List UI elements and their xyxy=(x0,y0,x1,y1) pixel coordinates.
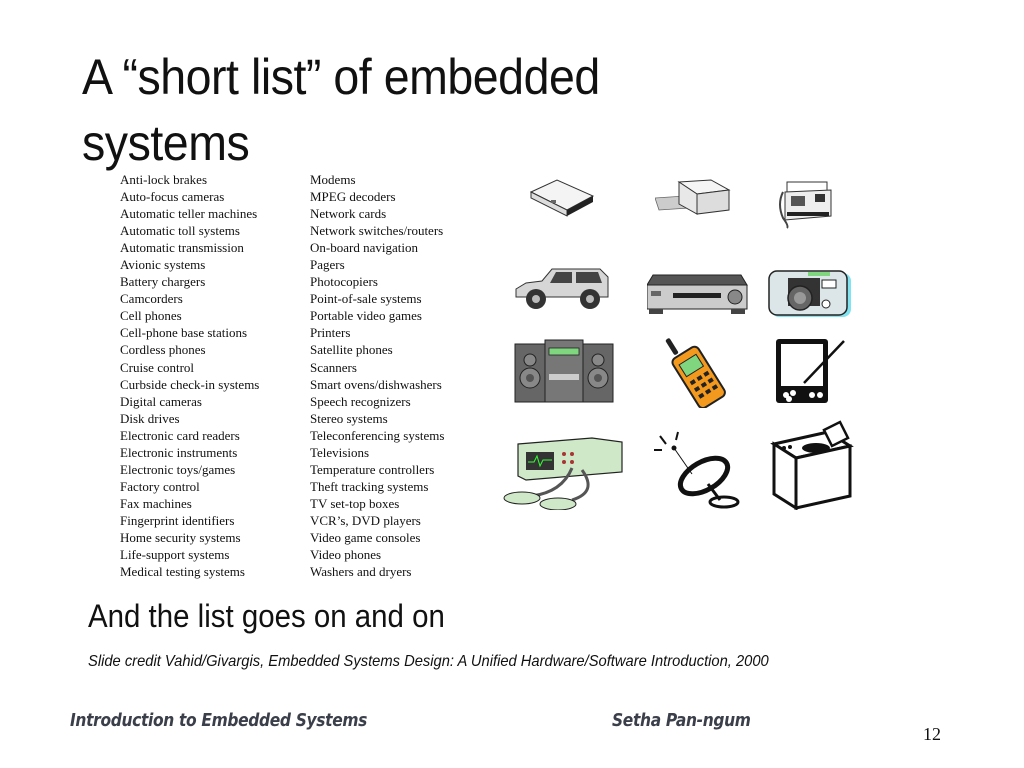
list-item: Disk drives xyxy=(120,410,180,426)
list-item: Auto-focus cameras xyxy=(120,189,225,205)
list-item: MPEG decoders xyxy=(310,189,396,205)
pda-icon xyxy=(776,339,845,403)
list-item: Cordless phones xyxy=(120,342,206,358)
suv-car-icon xyxy=(515,268,609,309)
stereo-system-icon xyxy=(514,339,614,403)
list-item: Fingerprint identifiers xyxy=(120,512,235,528)
list-item: Scanners xyxy=(310,359,357,375)
list-item: Photocopiers xyxy=(310,274,378,290)
printer-icon xyxy=(655,179,731,215)
slide-credit: Slide credit Vahid/Givargis, Embedded Sy… xyxy=(88,653,769,670)
satellite-dish-icon xyxy=(654,431,740,509)
list-item: Temperature controllers xyxy=(310,461,435,477)
list-item: Pagers xyxy=(310,257,345,273)
list-item: Video game consoles xyxy=(310,529,421,545)
list-item: Fax machines xyxy=(120,495,192,511)
footer-course-title: Introduction to Embedded Systems xyxy=(70,710,368,731)
list-item: Point-of-sale systems xyxy=(310,291,422,307)
list-item: Cruise control xyxy=(120,359,195,375)
list-item: Portable video games xyxy=(310,308,422,324)
page-number: 12 xyxy=(923,724,941,744)
list-item: Theft tracking systems xyxy=(310,478,429,494)
footer-author: Setha Pan-ngum xyxy=(612,710,751,731)
embedded-systems-list-column-2: Modems MPEG decoders Network cards Network … xyxy=(310,171,444,580)
list-item: On-board navigation xyxy=(310,240,418,256)
list-item: Electronic toys/games xyxy=(120,461,236,477)
list-item: Teleconferencing systems xyxy=(310,427,445,443)
list-item: Digital cameras xyxy=(120,393,202,409)
list-item: Cell phones xyxy=(120,308,182,324)
list-item: Smart ovens/dishwashers xyxy=(310,376,442,392)
list-item: Home security systems xyxy=(120,529,241,545)
list-item: TV set-top boxes xyxy=(310,495,400,511)
list-item: Medical testing systems xyxy=(120,564,245,580)
list-item: Factory control xyxy=(120,478,200,494)
scanner-icon xyxy=(529,179,595,217)
list-item: Cell-phone base stations xyxy=(120,325,248,341)
list-item: Network switches/routers xyxy=(310,223,444,239)
defibrillator-icon xyxy=(503,437,623,510)
list-item: Modems xyxy=(310,172,356,187)
slide-subtitle: And the list goes on and on xyxy=(88,598,445,634)
list-item: Automatic toll systems xyxy=(120,223,240,239)
list-item: Electronic card readers xyxy=(120,427,240,443)
vcr-icon xyxy=(647,274,748,314)
list-item: Camcorders xyxy=(120,291,183,307)
list-item: Washers and dryers xyxy=(310,564,412,580)
list-item: Printers xyxy=(310,325,351,341)
embedded-systems-list-column-1: Anti-lock brakes Auto-focus cameras Automa… xyxy=(120,171,259,580)
list-item: Network cards xyxy=(310,206,387,222)
list-item: Stereo systems xyxy=(310,410,388,426)
list-item: Video phones xyxy=(310,547,382,563)
list-item: Curbside check-in systems xyxy=(120,376,260,392)
list-item: Speech recognizers xyxy=(310,393,411,409)
list-item: Satellite phones xyxy=(310,342,393,358)
slide-title: A “short list” of embedded systems xyxy=(82,49,600,171)
list-item: Anti-lock brakes xyxy=(120,172,208,187)
cell-phone-icon xyxy=(665,338,726,408)
digital-camera-icon xyxy=(768,270,851,317)
fax-machine-icon xyxy=(779,181,832,229)
list-item: VCR’s, DVD players xyxy=(310,512,421,528)
list-item: Televisions xyxy=(310,444,370,460)
washing-machine-icon xyxy=(770,420,854,510)
list-item: Automatic teller machines xyxy=(120,206,258,222)
list-item: Avionic systems xyxy=(120,257,206,273)
list-item: Battery chargers xyxy=(120,274,206,290)
list-item: Life-support systems xyxy=(120,547,230,563)
list-item: Electronic instruments xyxy=(120,444,238,460)
list-item: Automatic transmission xyxy=(120,240,244,256)
